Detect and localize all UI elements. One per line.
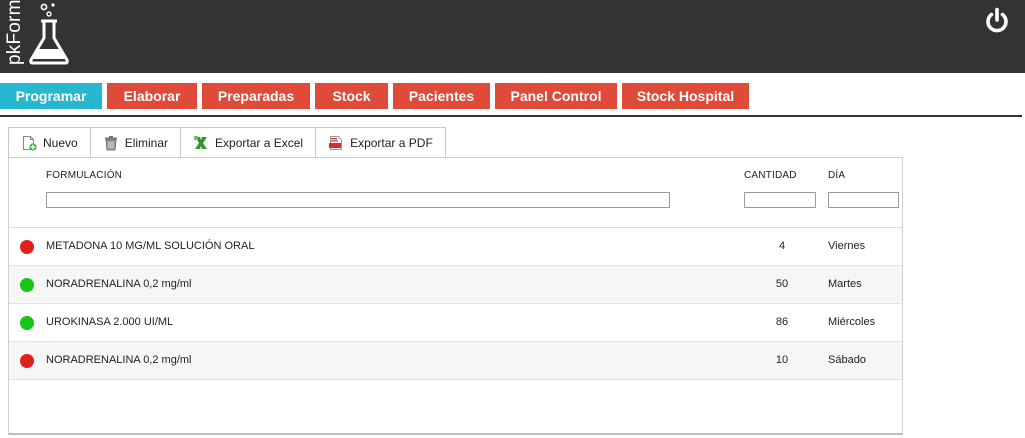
cell-formulation: NORADRENALINA 0,2 mg/ml bbox=[46, 278, 192, 290]
quantity-filter-input[interactable] bbox=[744, 192, 816, 208]
table-row[interactable]: METADONA 10 MG/ML SOLUCIÓN ORAL 4 Vierne… bbox=[9, 228, 902, 266]
export-pdf-button[interactable]: Exportar a PDF bbox=[316, 128, 445, 157]
cell-quantity: 50 bbox=[775, 278, 789, 290]
cell-quantity: 86 bbox=[775, 316, 789, 328]
column-header-quantity[interactable]: CANTIDAD bbox=[744, 170, 797, 181]
cell-day: Martes bbox=[828, 278, 862, 290]
cell-day: Miércoles bbox=[828, 316, 876, 328]
new-document-icon bbox=[23, 135, 37, 151]
status-red-indicator bbox=[20, 240, 34, 254]
trash-icon bbox=[104, 135, 117, 150]
tab-elaborar[interactable]: Elaborar bbox=[107, 83, 197, 109]
cell-quantity: 4 bbox=[778, 240, 786, 252]
export-excel-button[interactable]: Exportar a Excel bbox=[181, 128, 317, 157]
tab-label: Stock bbox=[332, 88, 371, 104]
status-green-indicator bbox=[20, 316, 34, 330]
delete-button-label: Eliminar bbox=[124, 135, 169, 150]
table-row[interactable]: NORADRENALINA 0,2 mg/ml 10 Sábado bbox=[9, 342, 902, 380]
status-red-indicator bbox=[20, 354, 34, 368]
cell-formulation: METADONA 10 MG/ML SOLUCIÓN ORAL bbox=[46, 240, 255, 252]
column-header-day[interactable]: DÍA bbox=[828, 170, 845, 181]
day-filter-input[interactable] bbox=[828, 192, 899, 208]
app-logo-text: pkForm bbox=[4, 0, 25, 65]
top-bar: pkForm bbox=[0, 0, 1025, 73]
pdf-icon bbox=[329, 135, 343, 150]
tab-label: Pacientes bbox=[408, 88, 475, 104]
tab-label: Stock Hospital bbox=[636, 88, 735, 104]
tab-panel-control[interactable]: Panel Control bbox=[495, 83, 617, 109]
grid-header: FORMULACIÓN CANTIDAD DÍA bbox=[9, 158, 902, 228]
export-pdf-label: Exportar a PDF bbox=[350, 135, 433, 150]
cell-quantity: 10 bbox=[775, 354, 789, 366]
cell-formulation: UROKINASA 2.000 UI/ML bbox=[46, 316, 174, 328]
status-green-indicator bbox=[20, 278, 34, 292]
cell-formulation: NORADRENALINA 0,2 mg/ml bbox=[46, 354, 192, 366]
nav-divider bbox=[0, 115, 1022, 117]
flask-icon bbox=[29, 3, 69, 65]
excel-icon bbox=[194, 135, 208, 149]
table-row[interactable]: NORADRENALINA 0,2 mg/ml 50 Martes bbox=[9, 266, 902, 304]
data-grid: FORMULACIÓN CANTIDAD DÍA METADONA 10 MG/… bbox=[8, 157, 903, 435]
tab-stock[interactable]: Stock bbox=[315, 83, 388, 109]
cell-day: Viernes bbox=[828, 240, 866, 252]
new-button-label: Nuevo bbox=[43, 135, 78, 150]
cell-day: Sábado bbox=[828, 354, 866, 366]
tab-programar[interactable]: Programar bbox=[0, 83, 102, 109]
tab-pacientes[interactable]: Pacientes bbox=[393, 83, 490, 109]
tab-label: Programar bbox=[15, 88, 87, 104]
tab-preparadas[interactable]: Preparadas bbox=[202, 83, 310, 109]
formulation-filter-input[interactable] bbox=[46, 192, 670, 208]
tab-label: Elaborar bbox=[123, 88, 181, 104]
table-row[interactable]: UROKINASA 2.000 UI/ML 86 Miércoles bbox=[9, 304, 902, 342]
tab-stock-hospital[interactable]: Stock Hospital bbox=[622, 83, 749, 109]
power-icon[interactable] bbox=[984, 7, 1010, 35]
app-logo: pkForm bbox=[4, 0, 26, 65]
new-button[interactable]: Nuevo bbox=[9, 128, 91, 157]
column-header-formulation[interactable]: FORMULACIÓN bbox=[46, 170, 122, 181]
tab-label: Preparadas bbox=[217, 88, 295, 104]
toolbar: Nuevo Eliminar Exportar a Excel Exportar… bbox=[8, 127, 446, 157]
export-excel-label: Exportar a Excel bbox=[215, 135, 304, 150]
tab-label: Panel Control bbox=[510, 88, 602, 104]
delete-button[interactable]: Eliminar bbox=[91, 128, 182, 157]
